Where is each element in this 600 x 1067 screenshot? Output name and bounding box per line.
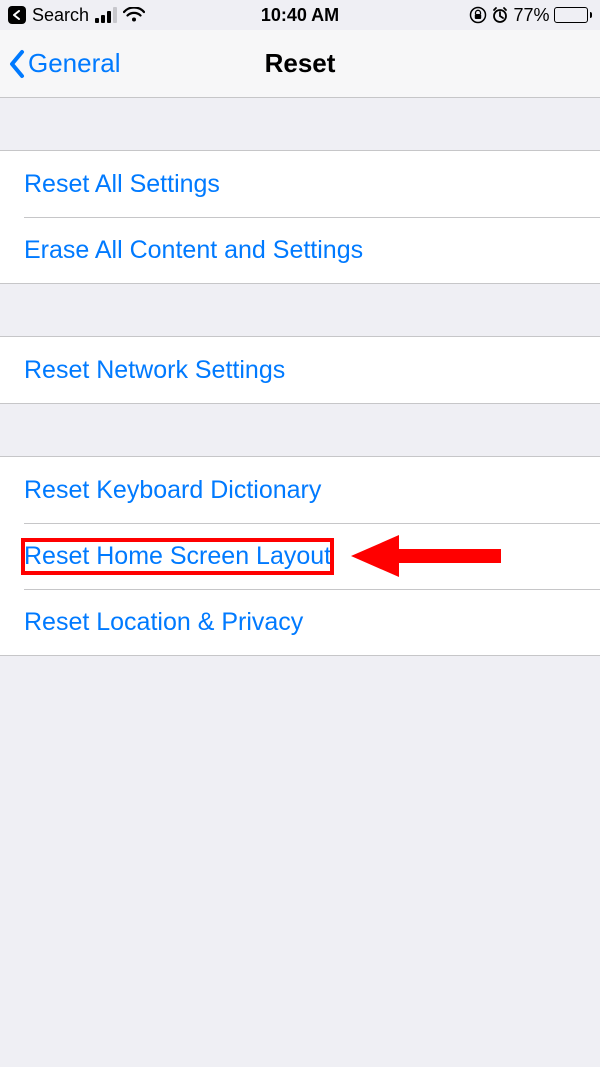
chevron-left-icon	[8, 49, 26, 79]
row-label: Reset Home Screen Layout	[24, 542, 331, 571]
battery-percent-label: 77%	[513, 5, 549, 26]
nav-bar: General Reset	[0, 30, 600, 98]
reset-network-settings-row[interactable]: Reset Network Settings	[0, 337, 600, 403]
back-to-app-label[interactable]: Search	[32, 5, 89, 26]
cellular-signal-icon	[95, 7, 117, 23]
row-label: Reset Network Settings	[24, 356, 285, 385]
status-time: 10:40 AM	[261, 5, 339, 26]
section-gap	[0, 98, 600, 150]
row-label: Erase All Content and Settings	[24, 236, 363, 265]
alarm-icon	[491, 6, 509, 24]
battery-icon	[554, 7, 593, 23]
row-label: Reset Keyboard Dictionary	[24, 476, 321, 505]
reset-keyboard-dictionary-row[interactable]: Reset Keyboard Dictionary	[0, 457, 600, 523]
reset-location-privacy-row[interactable]: Reset Location & Privacy	[0, 589, 600, 655]
row-label: Reset All Settings	[24, 170, 220, 199]
row-label: Reset Location & Privacy	[24, 608, 303, 637]
content: Reset All Settings Erase All Content and…	[0, 98, 600, 656]
status-bar: Search 10:40 AM 77	[0, 0, 600, 30]
section-gap	[0, 404, 600, 456]
back-button[interactable]: General	[0, 48, 121, 79]
back-to-app-icon[interactable]	[8, 6, 26, 24]
orientation-lock-icon	[469, 6, 487, 24]
reset-all-settings-row[interactable]: Reset All Settings	[0, 151, 600, 217]
erase-all-content-row[interactable]: Erase All Content and Settings	[0, 217, 600, 283]
settings-group-3: Reset Keyboard Dictionary Reset Home Scr…	[0, 456, 600, 656]
status-left: Search	[8, 5, 145, 26]
status-right: 77%	[469, 5, 592, 26]
section-gap	[0, 284, 600, 336]
back-button-label: General	[28, 48, 121, 79]
wifi-icon	[123, 7, 145, 23]
settings-group-2: Reset Network Settings	[0, 336, 600, 404]
page-title: Reset	[265, 48, 336, 79]
settings-group-1: Reset All Settings Erase All Content and…	[0, 150, 600, 284]
reset-home-screen-layout-row[interactable]: Reset Home Screen Layout	[0, 523, 600, 589]
